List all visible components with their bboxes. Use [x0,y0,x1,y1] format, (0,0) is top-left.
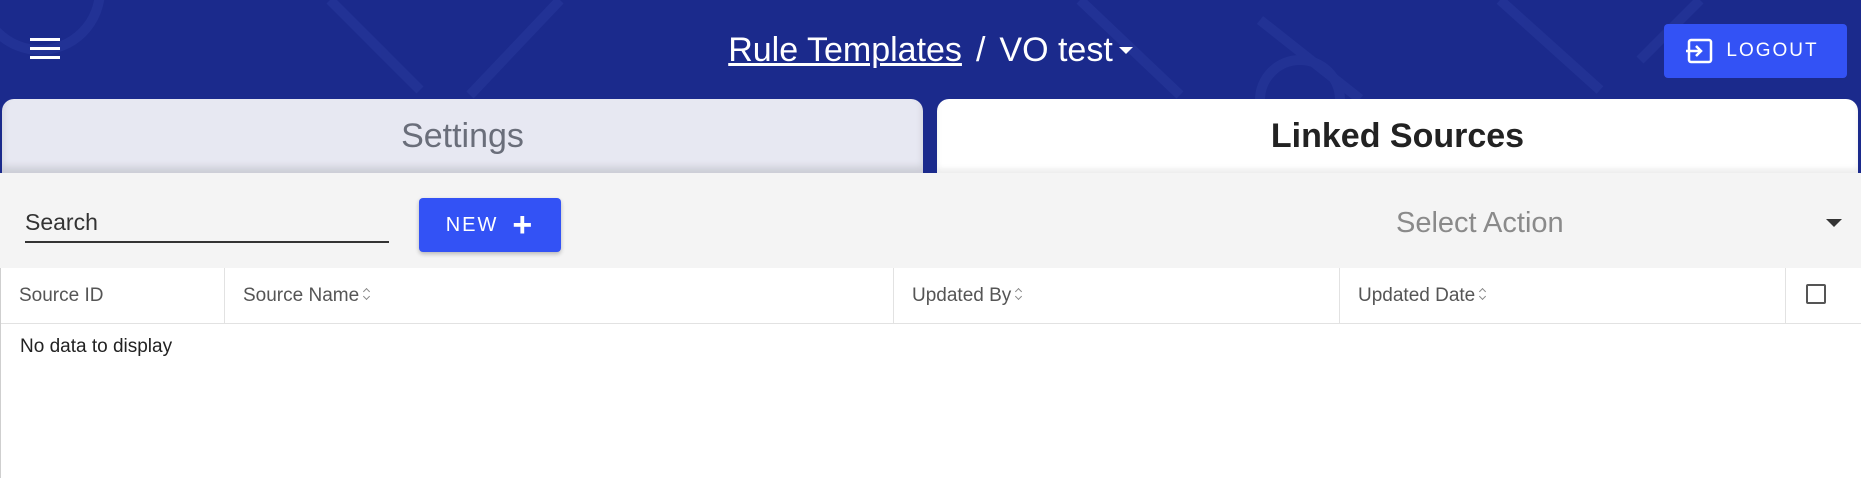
breadcrumb-separator: / [975,31,986,69]
tab-bar: Settings Linked Sources [0,99,1861,173]
select-action-dropdown[interactable]: Select Action [1380,199,1850,247]
current-template-dropdown[interactable]: VO test [999,31,1133,69]
select-action-placeholder: Select Action [1396,207,1564,239]
tab-linked-sources-label: Linked Sources [1270,116,1525,155]
logout-icon [1686,38,1713,64]
column-header-label: Updated By [912,285,1012,306]
new-button[interactable]: NEW + [419,198,561,252]
column-header-source-name[interactable]: Source Name [225,268,894,323]
select-all-checkbox[interactable] [1806,284,1826,304]
sort-icon [363,286,371,302]
dropdown-arrow-icon [1826,219,1842,227]
column-header-select-all [1786,268,1861,323]
sort-icon [1479,286,1487,302]
breadcrumb-rule-templates-link[interactable]: Rule Templates [728,31,962,69]
column-header-updated-by[interactable]: Updated By [894,268,1340,323]
tab-settings[interactable]: Settings [2,99,923,173]
logout-button[interactable]: LOGOUT [1664,24,1847,78]
column-header-source-id: Source ID [1,268,225,323]
plus-icon: + [512,206,535,244]
caret-down-icon [1118,46,1133,54]
search-input[interactable] [25,203,389,243]
tab-settings-label: Settings [401,116,524,155]
current-template-name: VO test [999,31,1113,69]
linked-sources-table: Source ID Source Name Updated By Updated… [0,268,1861,478]
empty-table-message: No data to display [20,336,173,357]
new-button-label: NEW [445,213,499,236]
sort-icon [1015,286,1023,302]
toolbar: NEW + Select Action [0,173,1861,268]
tab-linked-sources[interactable]: Linked Sources [937,99,1858,173]
table-header: Source ID Source Name Updated By Updated… [1,268,1861,324]
logout-label: LOGOUT [1726,40,1819,61]
column-header-label: Source ID [19,285,104,306]
column-header-label: Source Name [243,285,360,306]
page-title: Rule Templates / VO test [0,26,1861,74]
column-header-label: Updated Date [1358,285,1476,306]
app-header: Rule Templates / VO test LOGOUT [0,0,1861,99]
column-header-updated-date[interactable]: Updated Date [1340,268,1786,323]
